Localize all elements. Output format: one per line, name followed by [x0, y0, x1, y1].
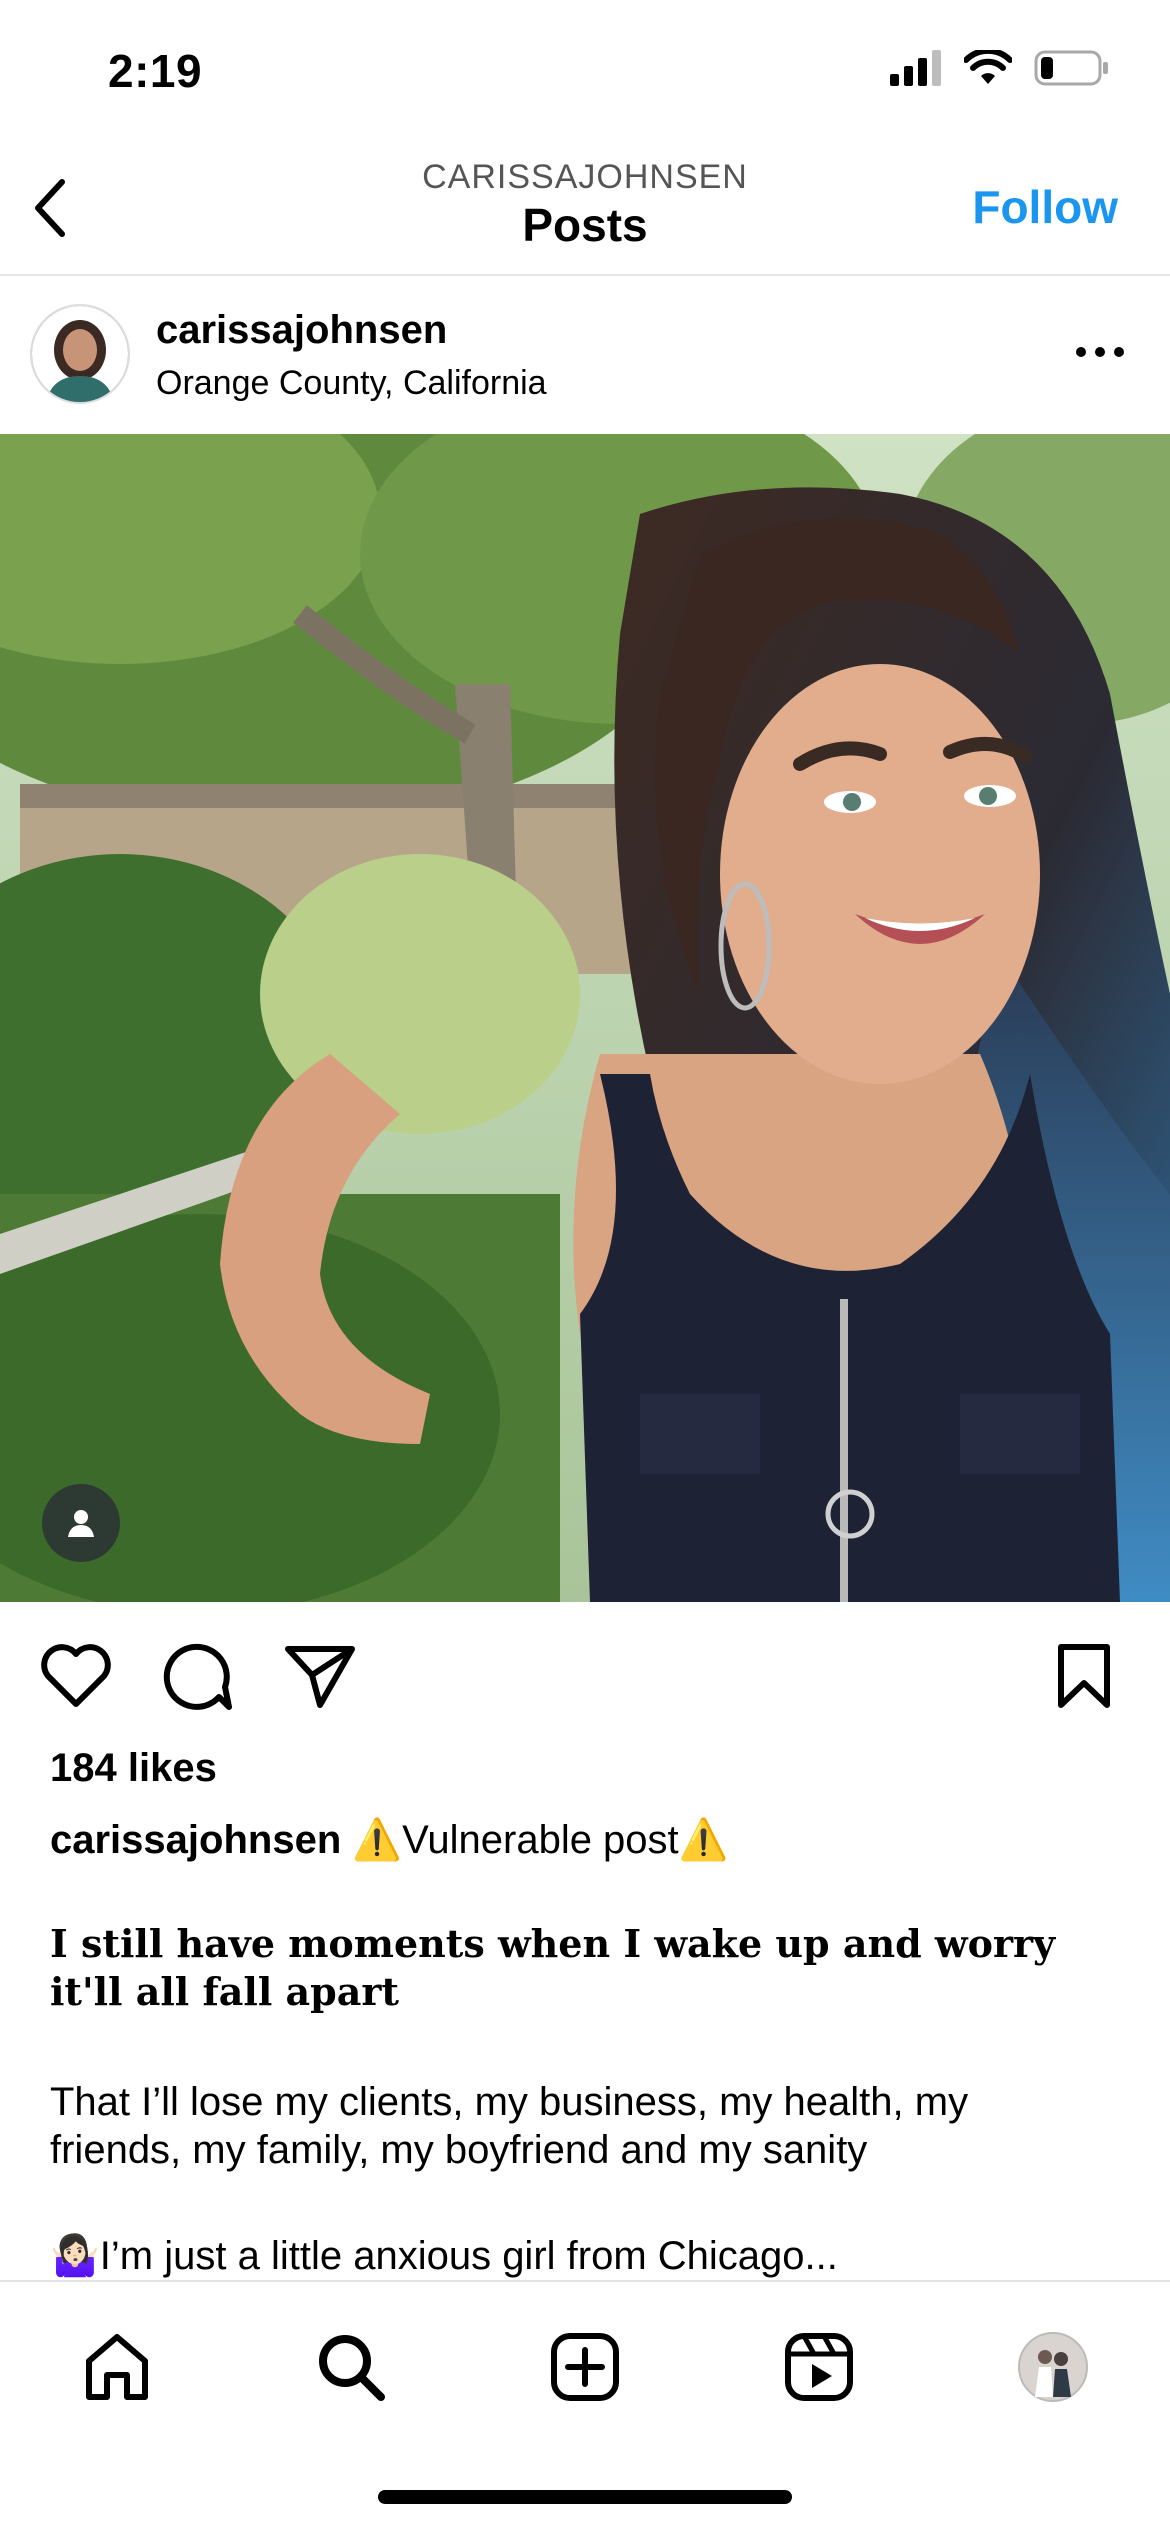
- avatar-image: [32, 306, 128, 402]
- profile-avatar: [1018, 2332, 1088, 2402]
- like-button[interactable]: [36, 1636, 116, 1716]
- home-indicator[interactable]: [378, 2490, 792, 2504]
- share-button[interactable]: [280, 1636, 360, 1716]
- post-avatar[interactable]: [30, 304, 130, 404]
- bookmark-icon: [1058, 1644, 1110, 1708]
- caption-paragraph: 🤷🏻‍♀️I’m just a little anxious girl from…: [50, 2234, 838, 2278]
- bottom-tab-bar: [0, 2280, 1170, 2534]
- tab-reels[interactable]: [774, 2322, 864, 2412]
- post-username[interactable]: carissajohnsen: [156, 308, 447, 353]
- heart-icon: [41, 1644, 111, 1707]
- battery-icon: [1034, 50, 1108, 86]
- more-horizontal-icon: [1076, 347, 1124, 357]
- tagged-people-button[interactable]: [42, 1484, 120, 1562]
- reels-icon: [785, 2333, 853, 2401]
- status-icons: [890, 50, 1110, 86]
- search-icon: [319, 2335, 385, 2401]
- caption-first-line: carissajohnsen ⚠️Vulnerable post⚠️: [50, 1816, 728, 1863]
- tab-profile[interactable]: [1008, 2322, 1098, 2412]
- person-tag-icon: [68, 1510, 94, 1537]
- tab-create[interactable]: [540, 2322, 630, 2412]
- save-button[interactable]: [1044, 1636, 1124, 1716]
- page-header: CARISSAJOHNSEN Posts Follow: [0, 140, 1170, 276]
- status-time: 2:19: [108, 45, 203, 97]
- caption-intro: ⚠️Vulnerable post⚠️: [352, 1818, 729, 1862]
- photo-illustration: [0, 434, 1170, 1602]
- likes-count[interactable]: 184 likes: [50, 1746, 217, 1791]
- comment-icon: [163, 1643, 232, 1710]
- home-icon: [86, 2334, 148, 2400]
- plus-square-icon: [551, 2333, 619, 2401]
- caption-heading: I still have moments when I wake up and …: [50, 1921, 1056, 2014]
- comment-button[interactable]: [158, 1636, 238, 1716]
- tab-home[interactable]: [72, 2322, 162, 2412]
- send-icon: [285, 1646, 355, 1708]
- signal-icon: [890, 50, 941, 86]
- more-options-button[interactable]: [1070, 332, 1130, 372]
- post-photo[interactable]: [0, 434, 1170, 1602]
- tab-search[interactable]: [306, 2322, 396, 2412]
- wifi-icon: [964, 50, 1012, 84]
- post-location[interactable]: Orange County, California: [156, 364, 547, 403]
- caption-paragraph: That I’ll lose my clients, my business, …: [50, 2080, 969, 2172]
- follow-button[interactable]: Follow: [972, 180, 1118, 234]
- caption-username[interactable]: carissajohnsen: [50, 1818, 341, 1862]
